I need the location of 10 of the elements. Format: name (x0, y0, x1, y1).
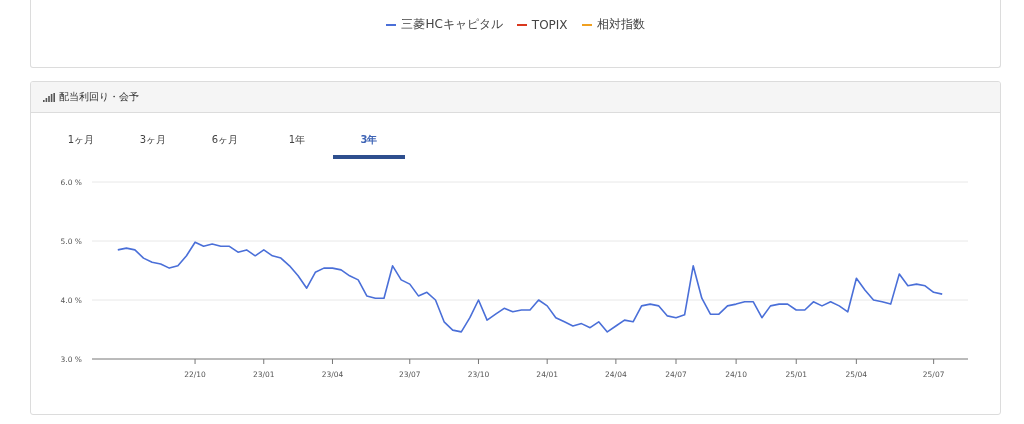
legend-label: 三菱HCキャピタル (401, 16, 503, 33)
legend-label: TOPIX (531, 17, 568, 32)
period-tab[interactable]: 1年 (261, 130, 333, 159)
legend-label: 相対指数 (596, 16, 645, 33)
period-tab[interactable]: 6ヶ月 (189, 130, 261, 159)
period-tab[interactable]: 3年 (333, 130, 405, 159)
period-tab[interactable]: 1ヶ月 (45, 130, 117, 159)
signal-bars-icon (43, 92, 55, 102)
card-title: 配当利回り・会予 (59, 90, 139, 104)
period-tab[interactable]: 3ヶ月 (117, 130, 189, 159)
